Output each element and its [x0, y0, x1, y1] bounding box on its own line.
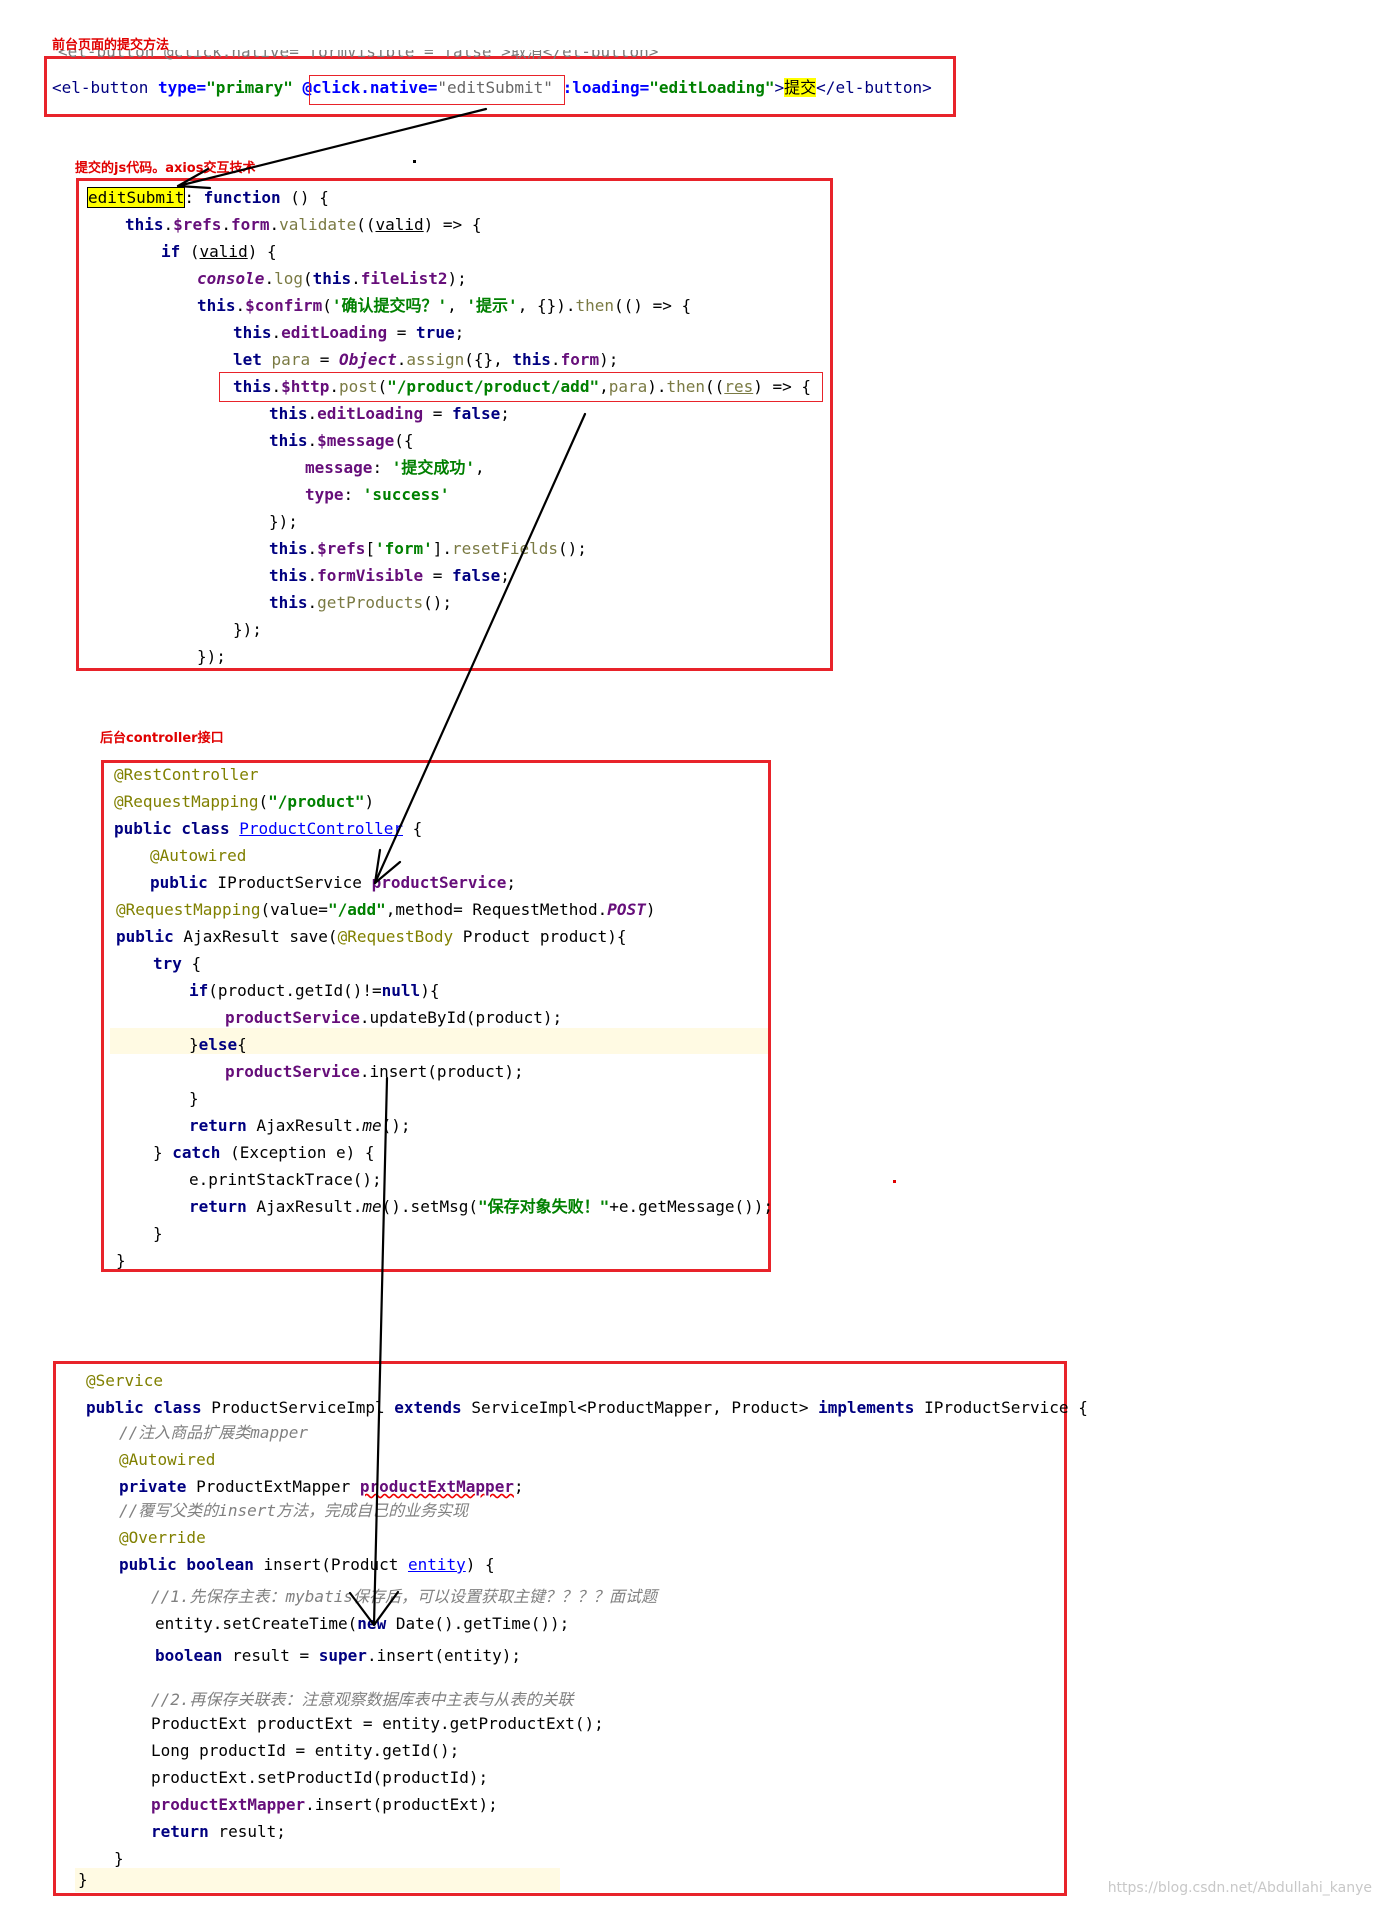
flow-arrows: [176, 107, 896, 1627]
arrow-controller-to-service: [372, 1076, 389, 1627]
watermark: https://blog.csdn.net/Abdullahi_kanye: [1107, 1880, 1372, 1896]
arrow-js-to-controller: [373, 412, 587, 885]
arrow-frontend-to-js: [176, 107, 488, 188]
stray-dot: [413, 160, 416, 163]
stray-red-dot: [893, 1180, 896, 1183]
